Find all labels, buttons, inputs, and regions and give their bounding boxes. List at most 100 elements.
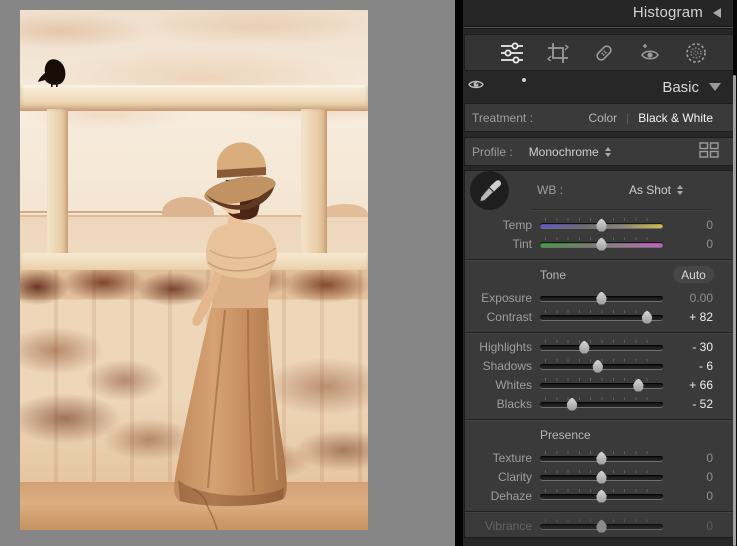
slider-row-clarity: Clarity 0: [465, 467, 733, 486]
exposure-slider[interactable]: [540, 290, 663, 306]
slider-group-color-saturation: Vibrance 0 Saturation 0: [465, 515, 733, 539]
slider-group-tone-range: Highlights - 30 Shadows - 6 Whites + 66 Blacks…: [465, 336, 733, 416]
dehaze-value: 0: [706, 488, 713, 503]
section-header-tone: Tone Auto: [465, 263, 733, 287]
crop-overlay-tool[interactable]: [545, 40, 571, 66]
slider-ticks: [545, 309, 658, 313]
panel-toggle-eye-icon[interactable]: [468, 78, 484, 96]
group-divider: [465, 259, 733, 260]
slider-row-texture: Texture 0: [465, 448, 733, 467]
whites-value: + 66: [689, 377, 713, 392]
section-title-tone: Tone: [540, 268, 567, 282]
clarity-slider[interactable]: [540, 469, 663, 485]
blacks-slider[interactable]: [540, 396, 663, 412]
adjustment-sliders-tool[interactable]: [499, 40, 525, 66]
contrast-value: + 82: [689, 309, 713, 324]
vibrance-label: Vibrance: [484, 518, 532, 533]
auto-button[interactable]: Auto: [672, 265, 715, 284]
tint-slider[interactable]: [540, 236, 663, 252]
wb-select[interactable]: As Shot: [629, 183, 683, 197]
basic-adjustments-box: WB : As Shot Temp 0 Tint 0 Tone Auto Exposure 0…: [464, 170, 734, 538]
shadows-slider[interactable]: [540, 358, 663, 374]
slider-row-contrast: Contrast + 82: [465, 307, 733, 326]
section-title-presence: Presence: [540, 428, 591, 442]
profile-label: Profile :: [472, 144, 513, 159]
slider-row-shadows: Shadows - 6: [465, 356, 733, 375]
exposure-slider-thumb[interactable]: [596, 291, 607, 305]
tint-label: Tint: [512, 236, 532, 251]
contrast-label: Contrast: [486, 309, 532, 324]
profile-row: Profile : Monochrome: [464, 137, 734, 166]
masking-tool[interactable]: [683, 40, 709, 66]
develop-right-panel: Histogram Basic Treatment: Color | Blac…: [463, 0, 737, 546]
contrast-slider[interactable]: [540, 309, 663, 325]
slider-ticks: [545, 339, 658, 343]
collapse-left-icon[interactable]: [713, 7, 721, 18]
histogram-title: Histogram: [632, 4, 703, 21]
treatment-bw-option[interactable]: Black & White: [638, 111, 713, 125]
temp-value: 0: [706, 217, 713, 232]
lightroom-develop-window: Histogram Basic Treatment: Color | Blac…: [0, 0, 737, 546]
saturation-label: Saturation: [471, 538, 532, 539]
histogram-panel-header[interactable]: Histogram: [463, 0, 737, 25]
wb-label: WB :: [537, 183, 563, 197]
bird-silhouette: [38, 59, 66, 85]
slider-row-vibrance: Vibrance 0: [465, 516, 733, 535]
section-header-presence: Presence: [465, 423, 733, 447]
wb-value: As Shot: [628, 183, 671, 197]
slider-ticks: [545, 396, 658, 400]
slider-row-highlights: Highlights - 30: [465, 337, 733, 356]
whites-label: Whites: [495, 377, 532, 392]
profile-browser-grid-icon[interactable]: [699, 142, 719, 161]
texture-label: Texture: [492, 450, 532, 465]
wb-underline: [531, 209, 711, 210]
saturation-slider[interactable]: [540, 537, 663, 539]
clarity-value: 0: [706, 469, 713, 484]
slider-group-white-balance: Temp 0 Tint 0: [465, 214, 733, 256]
slider-group-presence: Texture 0 Clarity 0 Dehaze 0: [465, 447, 733, 508]
slider-row-whites: Whites + 66: [465, 375, 733, 394]
basic-title: Basic: [662, 78, 699, 96]
red-eye-tool[interactable]: [637, 40, 663, 66]
healing-brush-tool[interactable]: [591, 40, 617, 66]
slider-row-tint: Tint 0: [465, 234, 733, 253]
histogram-collapsed-strip: [464, 26, 735, 29]
photo-canvas[interactable]: [20, 10, 368, 530]
texture-slider[interactable]: [540, 450, 663, 466]
exposure-label: Exposure: [481, 290, 532, 305]
saturation-value: 0: [663, 538, 733, 539]
group-divider: [465, 419, 733, 420]
blacks-label: Blacks: [496, 396, 532, 411]
exposure-value: 0.00: [689, 290, 713, 305]
slider-row-temp: Temp 0: [465, 215, 733, 234]
dehaze-slider[interactable]: [540, 488, 663, 504]
wb-row: WB : As Shot: [465, 171, 733, 210]
profile-select[interactable]: Monochrome: [529, 145, 611, 159]
whites-slider[interactable]: [540, 377, 663, 393]
highlights-label: Highlights: [479, 339, 532, 354]
slider-row-exposure: Exposure 0.00: [465, 288, 733, 307]
slider-row-blacks: Blacks - 52: [465, 394, 733, 413]
treatment-label: Treatment :: [472, 110, 533, 125]
updown-arrows-icon: [604, 146, 611, 157]
treatment-color-option[interactable]: Color: [588, 111, 617, 125]
highlights-value: - 30: [692, 339, 713, 354]
dress-skirt: [174, 304, 287, 507]
temp-slider[interactable]: [540, 217, 663, 233]
slider-rail: [540, 344, 663, 350]
slider-rail: [540, 401, 663, 407]
treatment-separator: |: [626, 110, 630, 125]
vibrance-slider[interactable]: [540, 518, 663, 534]
clarity-label: Clarity: [497, 469, 532, 484]
panel-scrollbar[interactable]: [733, 75, 736, 546]
collapse-down-icon[interactable]: [709, 83, 721, 91]
slider-ticks: [545, 377, 658, 381]
highlights-slider[interactable]: [540, 339, 663, 355]
slider-ticks: [545, 538, 658, 539]
white-balance-eyedropper[interactable]: [470, 171, 509, 210]
slider-group-tone: Exposure 0.00 Contrast + 82: [465, 287, 733, 329]
tint-value: 0: [706, 236, 713, 251]
basic-panel-header[interactable]: Basic: [463, 71, 737, 103]
vibrance-value: 0: [706, 518, 713, 533]
treatment-row: Treatment : Color | Black & White: [464, 103, 734, 132]
